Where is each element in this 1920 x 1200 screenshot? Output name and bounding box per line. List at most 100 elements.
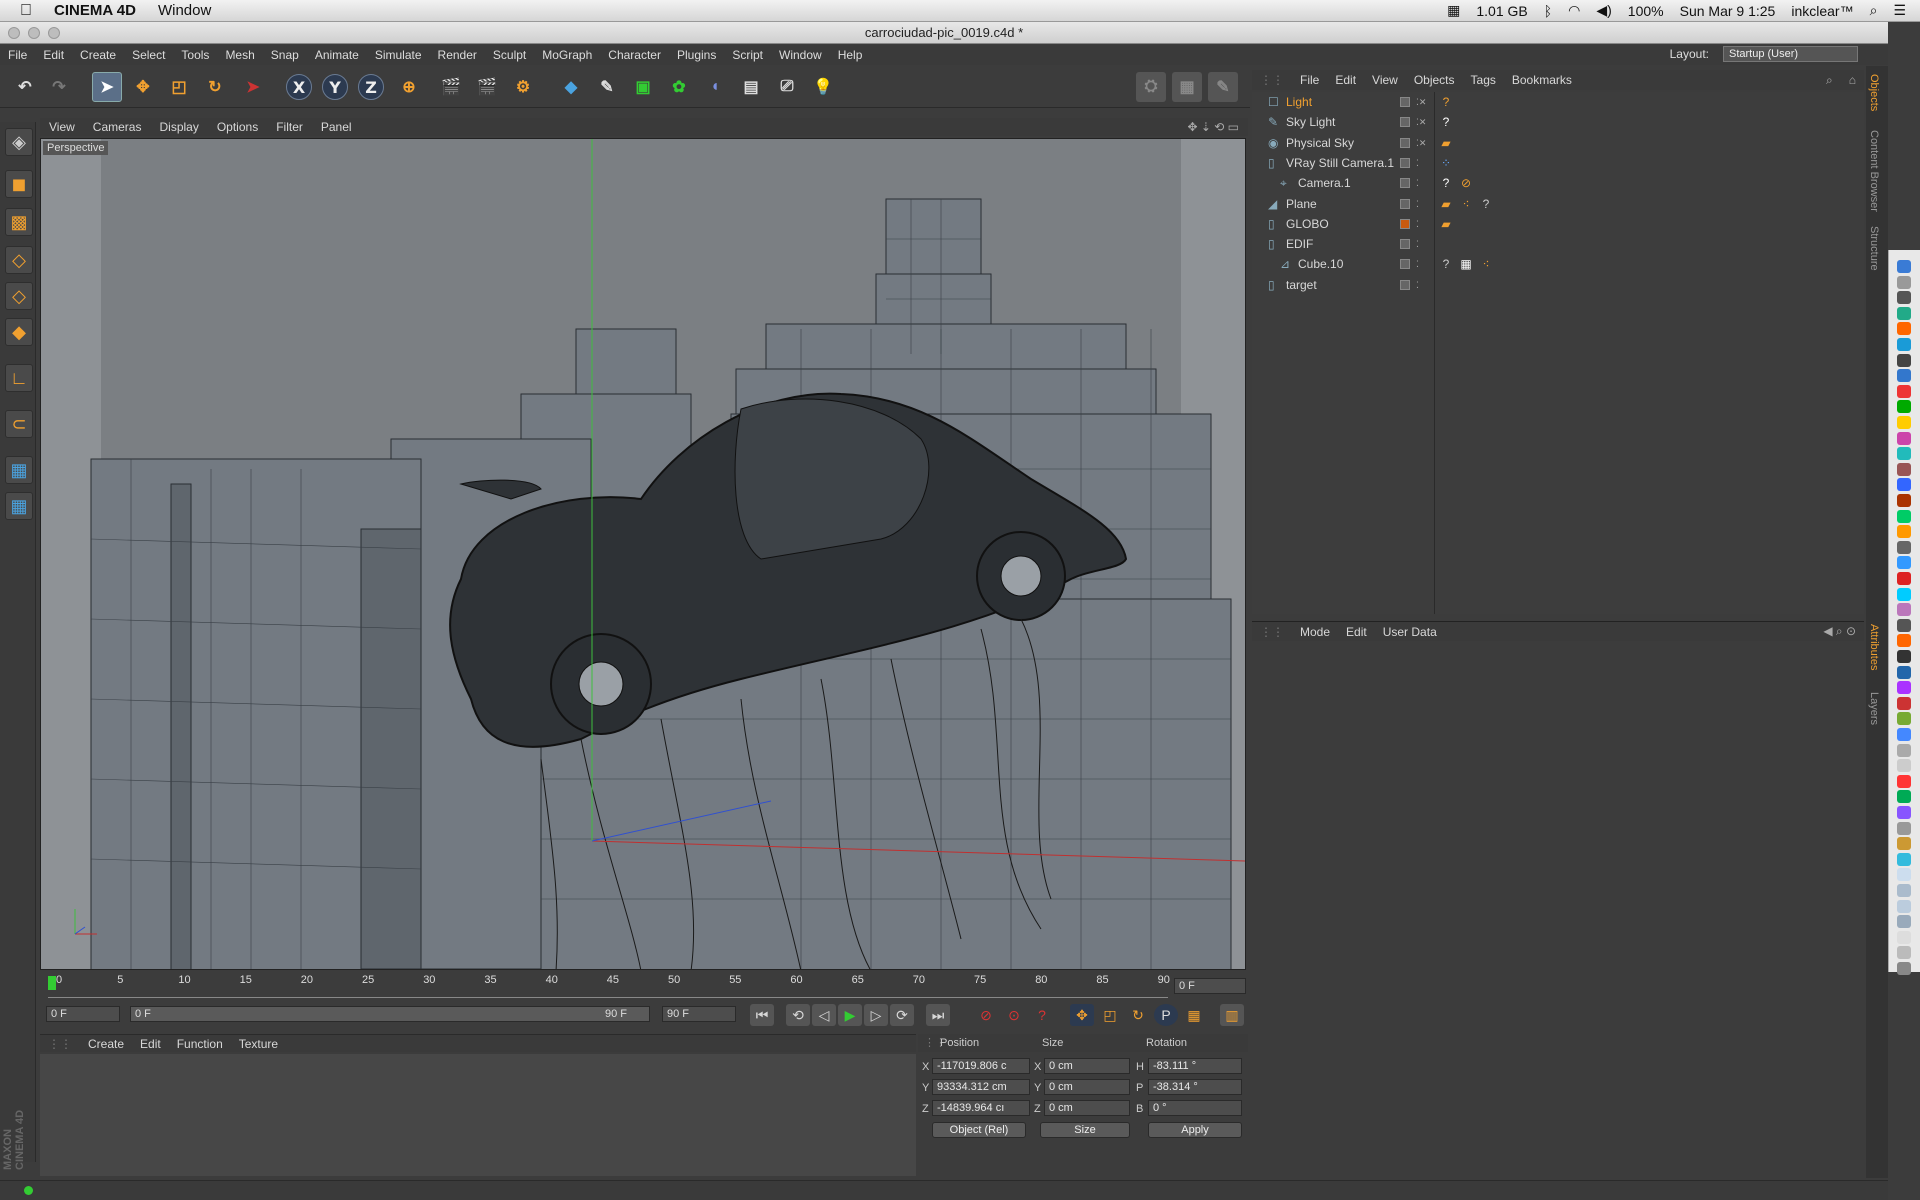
dock-app-icon[interactable] — [1897, 884, 1911, 897]
dock-app-icon[interactable] — [1897, 540, 1911, 554]
objects-menu-edit[interactable]: Edit — [1327, 73, 1364, 87]
object-row[interactable]: ▯ GLOBO ⁚ — [1252, 214, 1864, 234]
deformer-icon[interactable]: ◖ — [700, 72, 730, 102]
panel-grip-icon[interactable]: ⋮⋮ — [40, 1037, 80, 1051]
app-name-menu[interactable]: CINEMA 4D — [54, 2, 136, 19]
menu-script[interactable]: Script — [724, 48, 771, 62]
dock-app-icon[interactable] — [1897, 384, 1911, 398]
viewport-menu-view[interactable]: View — [40, 120, 84, 134]
menu-mesh[interactable]: Mesh — [217, 48, 262, 62]
clock[interactable]: Sun Mar 9 1:25 — [1680, 3, 1776, 19]
layer-color-swatch[interactable] — [1400, 137, 1410, 148]
menu-create[interactable]: Create — [72, 48, 124, 62]
menu-character[interactable]: Character — [600, 48, 669, 62]
viewport-menu-display[interactable]: Display — [150, 120, 207, 134]
object-name[interactable]: VRay Still Camera.1 — [1286, 153, 1394, 173]
dock-app-icon[interactable] — [1897, 650, 1911, 663]
object-row[interactable]: ▯ VRay Still Camera.1 ⁚ — [1252, 153, 1864, 173]
render-view-icon[interactable]: 🎬 — [436, 72, 466, 102]
objects-menu-bookmarks[interactable]: Bookmarks — [1504, 73, 1580, 87]
visibility-dots-icon[interactable]: ⁚ — [1416, 173, 1419, 193]
volume-icon[interactable]: ◀) — [1596, 2, 1611, 19]
camera-icon[interactable]: ⎚ — [772, 72, 802, 102]
go-to-start-icon[interactable]: ⏮ — [750, 1004, 774, 1026]
zoom-button[interactable] — [48, 27, 60, 39]
visibility-dots-icon[interactable]: ⁚✕ — [1416, 133, 1426, 153]
layer-color-swatch[interactable] — [1400, 198, 1410, 209]
close-button[interactable] — [8, 27, 20, 39]
go-to-end-icon[interactable]: ⏭ — [926, 1004, 950, 1026]
layout-dropdown[interactable]: Startup (User) — [1723, 46, 1858, 62]
menu-help[interactable]: Help — [830, 48, 871, 62]
start-frame-field[interactable]: 0 F — [46, 1006, 120, 1022]
model-mode-icon[interactable]: ◼ — [5, 170, 33, 198]
dock-app-icon[interactable] — [1897, 759, 1911, 773]
snapping-icon[interactable]: ▦ — [5, 456, 33, 484]
position-z-field[interactable]: -14839.964 cı — [932, 1100, 1030, 1116]
attributes-menu-mode[interactable]: Mode — [1292, 625, 1338, 639]
menu-sculpt[interactable]: Sculpt — [485, 48, 534, 62]
spotlight-icon[interactable]: ⌕ — [1870, 2, 1878, 19]
viewport-menu-panel[interactable]: Panel — [312, 120, 361, 134]
dock-app-icon[interactable] — [1897, 525, 1911, 539]
layer-color-swatch[interactable] — [1400, 279, 1410, 290]
menu-edit[interactable]: Edit — [35, 48, 72, 62]
dock-app-icon[interactable] — [1897, 275, 1911, 289]
viewport-menu-cameras[interactable]: Cameras — [84, 120, 151, 134]
spline-pen-icon[interactable]: ✎ — [592, 72, 622, 102]
menu-snap[interactable]: Snap — [263, 48, 307, 62]
material-menu-edit[interactable]: Edit — [132, 1037, 169, 1051]
material-menu-create[interactable]: Create — [80, 1037, 132, 1051]
position-x-field[interactable]: -117019.806 c — [932, 1058, 1030, 1074]
dock-app-icon[interactable] — [1897, 821, 1911, 835]
select-tool-icon[interactable]: ➤ — [92, 72, 122, 102]
timeline-ruler[interactable]: 0 5 10 15 20 25 30 35 40 45 50 55 60 65 70 75 80 85 90 0 F — [40, 972, 1248, 1000]
scale-tool-icon[interactable]: ◰ — [164, 72, 194, 102]
menu-file[interactable]: File — [0, 48, 35, 62]
dock-app-icon[interactable] — [1897, 462, 1911, 476]
panel-grip-icon[interactable]: ⋮⋮ — [1252, 625, 1292, 639]
dock-app-icon[interactable] — [1897, 416, 1911, 429]
object-tag-icon[interactable]: ▦ — [1458, 256, 1474, 272]
dock-app-icon[interactable] — [1897, 431, 1911, 445]
dock-app-icon[interactable] — [1897, 899, 1911, 913]
dock-app-icon[interactable] — [1897, 837, 1911, 851]
dock-app-icon[interactable] — [1897, 852, 1911, 866]
dock-app-icon[interactable] — [1897, 338, 1911, 351]
dock-app-icon[interactable] — [1897, 494, 1911, 507]
object-tag-icon[interactable]: ? — [1438, 114, 1454, 130]
dock-app-icon[interactable] — [1897, 322, 1911, 336]
next-key-icon[interactable]: ⟳ — [890, 1004, 914, 1026]
apple-icon[interactable]:  — [20, 2, 32, 20]
apply-button[interactable]: Apply — [1148, 1122, 1242, 1138]
bluetooth-icon[interactable]: ᛒ — [1544, 3, 1552, 19]
layer-color-swatch[interactable] — [1400, 259, 1410, 270]
object-tag-icon[interactable]: ? — [1438, 256, 1454, 272]
attributes-menu-edit[interactable]: Edit — [1338, 625, 1375, 639]
object-name[interactable]: Plane — [1286, 194, 1317, 214]
rotation-h-field[interactable]: -83.111 ° — [1148, 1058, 1242, 1074]
memory-icon[interactable]: ▦ — [1447, 2, 1460, 19]
visibility-dots-icon[interactable]: ⁚ — [1416, 214, 1419, 234]
visibility-dots-icon[interactable]: ⁚ — [1416, 194, 1419, 214]
dock-app-icon[interactable] — [1897, 509, 1911, 523]
texture-mode-icon[interactable]: ▩ — [5, 208, 33, 236]
dock-app-icon[interactable] — [1897, 915, 1911, 929]
paint-icon[interactable]: ✎ — [1208, 72, 1238, 102]
previous-frame-icon[interactable]: ◁ — [812, 1004, 836, 1026]
object-tag-icon[interactable]: ? — [1438, 175, 1454, 191]
tab-layers[interactable]: Layers — [1868, 692, 1880, 725]
dock-app-icon[interactable] — [1897, 712, 1911, 726]
coordinate-system-icon[interactable]: ⊕ — [394, 72, 424, 102]
playhead[interactable] — [48, 976, 56, 990]
visibility-dots-icon[interactable]: ⁚ — [1416, 234, 1419, 254]
object-row[interactable]: ☐ Light ⁚✕ — [1252, 92, 1864, 112]
frame-range-slider[interactable]: 0 F 90 F — [130, 1006, 650, 1022]
object-name[interactable]: EDIF — [1286, 234, 1313, 254]
dock-app-icon[interactable] — [1897, 790, 1911, 804]
floor-scene-icon[interactable]: ▤ — [736, 72, 766, 102]
dock-app-icon[interactable] — [1897, 556, 1911, 570]
object-tag-icon[interactable]: ⊘ — [1458, 175, 1474, 191]
dock-app-icon[interactable] — [1897, 774, 1911, 788]
dock-app-icon[interactable] — [1897, 291, 1911, 305]
